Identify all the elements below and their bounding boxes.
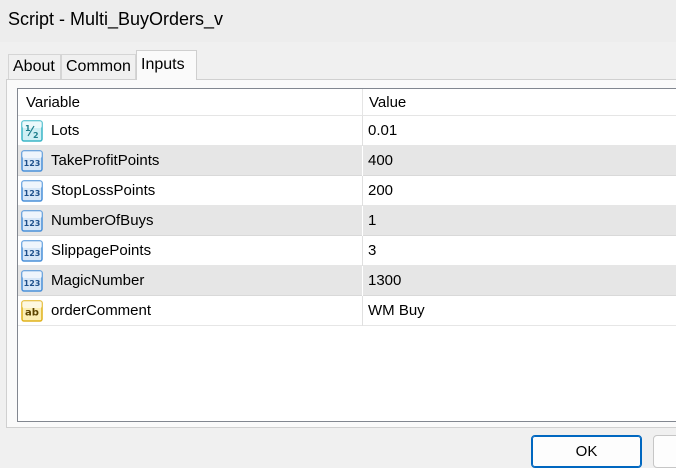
cell-separator: [362, 266, 363, 296]
svg-text:123: 123: [24, 189, 41, 198]
variable-value[interactable]: WM Buy: [368, 302, 425, 319]
tab-common[interactable]: Common: [61, 54, 136, 79]
title-bar: Script - Multi_BuyOrders_v: [0, 0, 676, 42]
svg-text:123: 123: [24, 279, 41, 288]
integer-type-icon: 123: [21, 210, 43, 232]
table-row[interactable]: 123 MagicNumber 1300: [18, 266, 676, 296]
cell-separator: [362, 206, 363, 236]
table-row[interactable]: ab orderComment WM Buy: [18, 296, 676, 326]
integer-type-icon: 123: [21, 270, 43, 292]
cancel-button[interactable]: [653, 435, 676, 468]
variable-value[interactable]: 200: [368, 182, 393, 199]
svg-text:ab: ab: [25, 308, 39, 319]
window-title: Script - Multi_BuyOrders_v: [8, 9, 224, 29]
integer-type-icon: 123: [21, 240, 43, 262]
column-separator[interactable]: [362, 89, 363, 116]
column-header-variable[interactable]: Variable: [26, 94, 80, 111]
svg-text:123: 123: [24, 219, 41, 228]
variable-name: NumberOfBuys: [51, 212, 154, 229]
table-row[interactable]: 123 NumberOfBuys 1: [18, 206, 676, 236]
variable-name: TakeProfitPoints: [51, 152, 160, 169]
integer-type-icon: 123: [21, 180, 43, 202]
variable-value[interactable]: 3: [368, 242, 376, 259]
svg-text:123: 123: [24, 159, 41, 168]
cell-separator: [362, 176, 363, 206]
integer-type-icon: 123: [21, 150, 43, 172]
inputs-grid[interactable]: Variable Value 1 2 Lots 0.01 123 TakePro…: [17, 88, 676, 422]
table-row[interactable]: 123 TakeProfitPoints 400: [18, 146, 676, 176]
cell-separator: [362, 146, 363, 176]
svg-text:2: 2: [33, 131, 39, 140]
table-row[interactable]: 1 2 Lots 0.01: [18, 116, 676, 146]
variable-name: orderComment: [51, 302, 152, 319]
cell-separator: [362, 116, 363, 146]
variable-value[interactable]: 1: [368, 212, 376, 229]
variable-name: MagicNumber: [51, 272, 145, 289]
cell-separator: [362, 236, 363, 266]
ok-button[interactable]: OK: [531, 435, 642, 468]
tab-about-label: About: [13, 58, 55, 75]
variable-value[interactable]: 400: [368, 152, 393, 169]
variable-name: Lots: [51, 122, 80, 139]
table-row[interactable]: 123 StopLossPoints 200: [18, 176, 676, 206]
fraction-type-icon: 1 2: [21, 120, 43, 142]
cell-separator: [362, 296, 363, 326]
column-header-value[interactable]: Value: [369, 94, 406, 111]
variable-name: SlippagePoints: [51, 242, 152, 259]
tab-inputs-label: Inputs: [141, 56, 185, 73]
variable-name: StopLossPoints: [51, 182, 156, 199]
grid-header: Variable Value: [18, 89, 676, 116]
svg-text:123: 123: [24, 249, 41, 258]
variable-value[interactable]: 1300: [368, 272, 401, 289]
string-type-icon: ab: [21, 300, 43, 322]
tab-about[interactable]: About: [8, 54, 61, 79]
tab-common-label: Common: [66, 58, 131, 75]
tab-strip: About Common Inputs: [0, 50, 676, 80]
table-row[interactable]: 123 SlippagePoints 3: [18, 236, 676, 266]
variable-value[interactable]: 0.01: [368, 122, 397, 139]
tab-inputs[interactable]: Inputs: [136, 50, 197, 80]
